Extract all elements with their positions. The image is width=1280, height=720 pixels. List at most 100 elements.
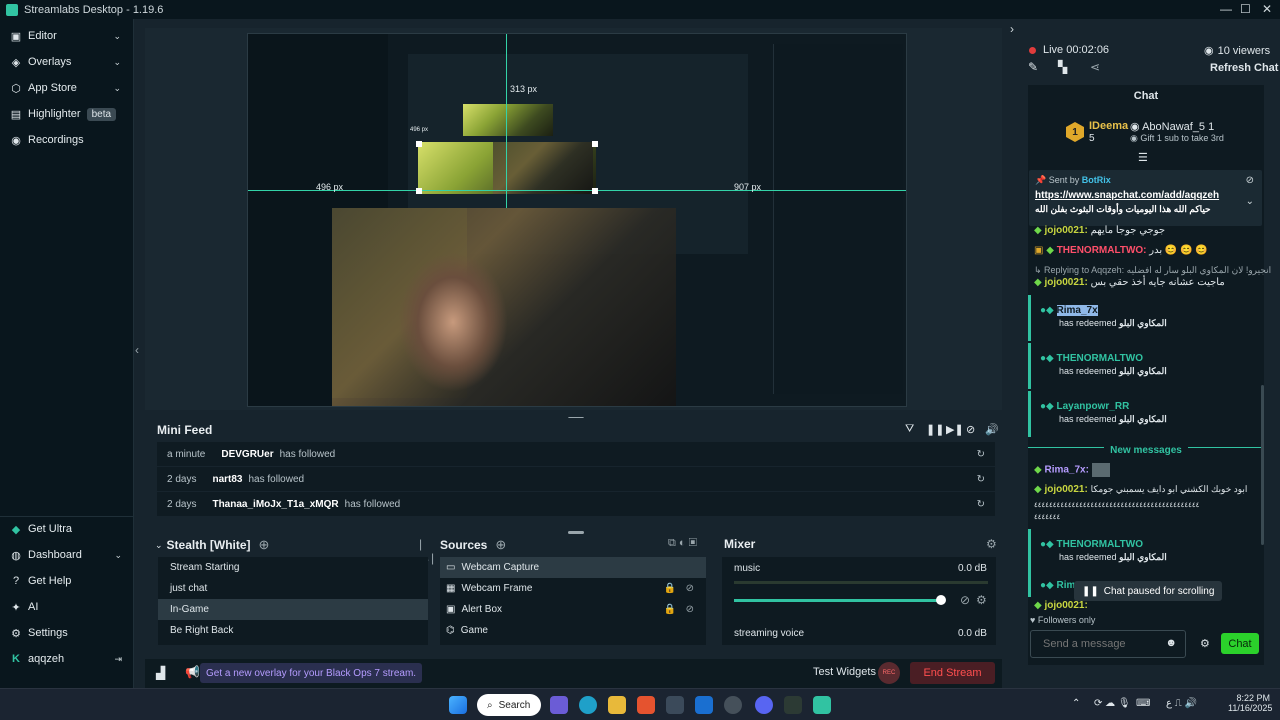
logout-icon[interactable]: ⇥ (114, 654, 122, 665)
source-item[interactable]: ▣ Alert Box 🔒 ⊘ (440, 599, 706, 620)
chevron-down-icon: ⌄ (113, 56, 121, 67)
scene-item[interactable]: Be Right Back (158, 620, 428, 641)
close-button[interactable]: ✕ (1262, 2, 1272, 16)
sidebar-user[interactable]: Kaqqzeh ⇥ (0, 646, 134, 672)
image-icon: ▦ (446, 583, 456, 594)
store-icon[interactable] (666, 696, 684, 714)
sidebar-item-get-ultra[interactable]: ◆ Get Ultra (0, 516, 134, 542)
mute-alerts-icon[interactable]: ⊘ (966, 423, 975, 436)
feed-row: 2 days Thanaa_iMoJx_T1a_xMQR has followed ↻ (157, 492, 995, 516)
scene-item[interactable]: Stream Starting (158, 557, 428, 578)
sidebar-item-app-store[interactable]: ⬡ App Store ⌄ (0, 75, 133, 101)
source-item-selected[interactable]: ▭ Webcam Capture (440, 557, 706, 578)
lock-icon[interactable]: 🔒 (664, 583, 676, 594)
scenes-panel: ⌄ Stealth [White] ⊕ |↔| Stream Starting … (155, 535, 435, 655)
chat-settings-icon[interactable]: ⚙ (1200, 637, 1210, 650)
sidebar-item-editor[interactable]: ▣ Editor ⌄ (0, 23, 133, 49)
collapse-right-panel-icon[interactable]: › (1010, 22, 1014, 36)
mixer-settings-icon[interactable]: ⚙ (986, 537, 997, 551)
preview-canvas[interactable]: 496 px 907 px 313 px 496 px (247, 33, 907, 407)
xbox-icon[interactable] (784, 696, 802, 714)
filter-icon[interactable]: ⛛ (905, 423, 914, 436)
chat-scrollbar[interactable] (1261, 385, 1264, 545)
gear-icon: ⚙ (11, 627, 21, 640)
source-item[interactable]: ⌬ Game (440, 620, 706, 641)
edit-stream-info-icon[interactable]: ✎ (1028, 60, 1038, 74)
pinned-message: 📌 Sent by BotRix https://www.snapchat.co… (1029, 170, 1262, 226)
collapse-top-icon[interactable]: ☰ (1138, 151, 1148, 164)
tray-chevron-icon[interactable]: ⌃ (1072, 698, 1080, 709)
edge-icon[interactable] (579, 696, 597, 714)
add-scene-icon[interactable]: ⊕ (259, 537, 270, 553)
streamlabs-taskbar-icon[interactable] (813, 696, 831, 714)
minimize-button[interactable]: — (1220, 2, 1232, 16)
discord-icon[interactable] (755, 696, 773, 714)
viewer-count: 10 viewers (1217, 44, 1271, 57)
promo-banner[interactable]: Get a new overlay for your Black Ops 7 s… (200, 663, 423, 683)
sidebar-item-recordings[interactable]: ◉ Recordings (0, 127, 133, 153)
mixer-channel-name: streaming voice (734, 628, 805, 639)
sidebar-item-settings[interactable]: ⚙ Settings (0, 620, 134, 646)
unpin-icon[interactable]: ⊘ (1246, 175, 1254, 186)
chat-message-input[interactable] (1031, 631, 1161, 657)
scene-item[interactable]: just chat (158, 578, 428, 599)
windows-start-icon[interactable] (449, 696, 467, 714)
volume-slider[interactable] (734, 599, 940, 602)
sidebar-item-get-help[interactable]: ? Get Help (0, 568, 134, 594)
obs-icon[interactable] (724, 696, 742, 714)
maximize-button[interactable]: ☐ (1240, 2, 1251, 16)
taskbar-search-button[interactable]: ⌕ Search (477, 694, 541, 716)
chat-panel[interactable]: Chat 1 IDeema 5 ◉ AboNawaf_5 1 ◉ Gift 1 … (1028, 85, 1271, 665)
pinned-link[interactable]: https://www.snapchat.com/add/aqqzeh (1035, 190, 1219, 201)
stats-chart-icon[interactable]: ▟ (156, 666, 165, 680)
replay-icon[interactable]: ↻ (977, 474, 985, 485)
collapse-left-icon[interactable]: ‹ (135, 343, 139, 357)
sidebar-item-ai[interactable]: ✦ AI (0, 594, 134, 620)
emoji-icon[interactable]: ☻ (1165, 637, 1177, 649)
chat-paused-button[interactable]: ❚❚ Chat paused for scrolling (1074, 581, 1223, 601)
dashboard-icon[interactable]: ▚ (1058, 60, 1067, 74)
source-toolbar-icons[interactable]: ⧉ ◐ ▣ (668, 537, 697, 550)
scene-collection-title[interactable]: Stealth [White] (167, 538, 251, 552)
recordings-icon: ◉ (11, 134, 21, 147)
replay-icon[interactable]: ↻ (977, 449, 985, 460)
mute-icon[interactable]: ⊘ (960, 593, 970, 607)
add-source-icon[interactable]: ⊕ (495, 537, 506, 553)
feed-row: 2 days nart83 has followed ↻ (157, 467, 995, 491)
share-icon[interactable]: ⋖ (1090, 60, 1100, 74)
source-item[interactable]: ▦ Webcam Frame 🔒 ⊘ (440, 578, 706, 599)
chevron-down-icon[interactable]: ⌄ (1246, 196, 1254, 207)
scene-item-selected[interactable]: In-Game (158, 599, 428, 620)
outlook-icon[interactable] (695, 696, 713, 714)
refresh-chat-button[interactable]: Refresh Chat (1210, 62, 1278, 74)
live-timer: Live 00:02:06 (1043, 44, 1110, 56)
pause-icon[interactable]: ❚❚ (926, 423, 944, 436)
send-chat-button[interactable]: Chat (1221, 633, 1259, 654)
sidebar-item-overlays[interactable]: ◈ Overlays ⌄ (0, 49, 133, 75)
chevron-down-icon[interactable]: ⌄ (155, 540, 163, 551)
volume-icon[interactable]: 🔊 (985, 423, 999, 436)
sidebar-item-dashboard[interactable]: ◍ Dashboard ⌄ (0, 542, 134, 568)
brave-icon[interactable] (637, 696, 655, 714)
test-widgets-button[interactable]: Test Widgets (813, 666, 876, 678)
hide-icon[interactable]: ⊘ (686, 583, 694, 594)
file-explorer-icon[interactable] (608, 696, 626, 714)
channel-settings-icon[interactable]: ⚙ (976, 593, 987, 607)
end-stream-button[interactable]: End Stream (910, 662, 995, 684)
sidebar: ▣ Editor ⌄ ◈ Overlays ⌄ ⬡ App Store ⌄ ▤ Highlig… (0, 19, 134, 688)
network-volume-icon[interactable]: ع ⎍ 🔊 (1166, 698, 1197, 709)
teams-icon[interactable] (550, 696, 568, 714)
volume-slider-handle[interactable] (936, 595, 946, 605)
hide-icon[interactable]: ⊘ (686, 604, 694, 615)
record-button[interactable]: REC (878, 662, 900, 684)
keyboard-icon[interactable]: ⌨ (1136, 698, 1150, 709)
sidebar-item-highlighter[interactable]: ▤ Highlighter beta (0, 101, 133, 127)
skip-icon[interactable]: ▶❚ (946, 423, 964, 436)
chat-title: Chat (1133, 90, 1159, 102)
chat-input-box[interactable]: ☻ (1030, 630, 1186, 658)
lock-icon[interactable]: 🔒 (664, 604, 676, 615)
replay-icon[interactable]: ↻ (977, 499, 985, 510)
clock[interactable]: 8:22 PM 11/16/2025 (1228, 693, 1272, 713)
search-icon: ⌕ (487, 699, 493, 711)
tray-apps-icon[interactable]: ⟳ ☁ 🎙 (1094, 698, 1131, 709)
